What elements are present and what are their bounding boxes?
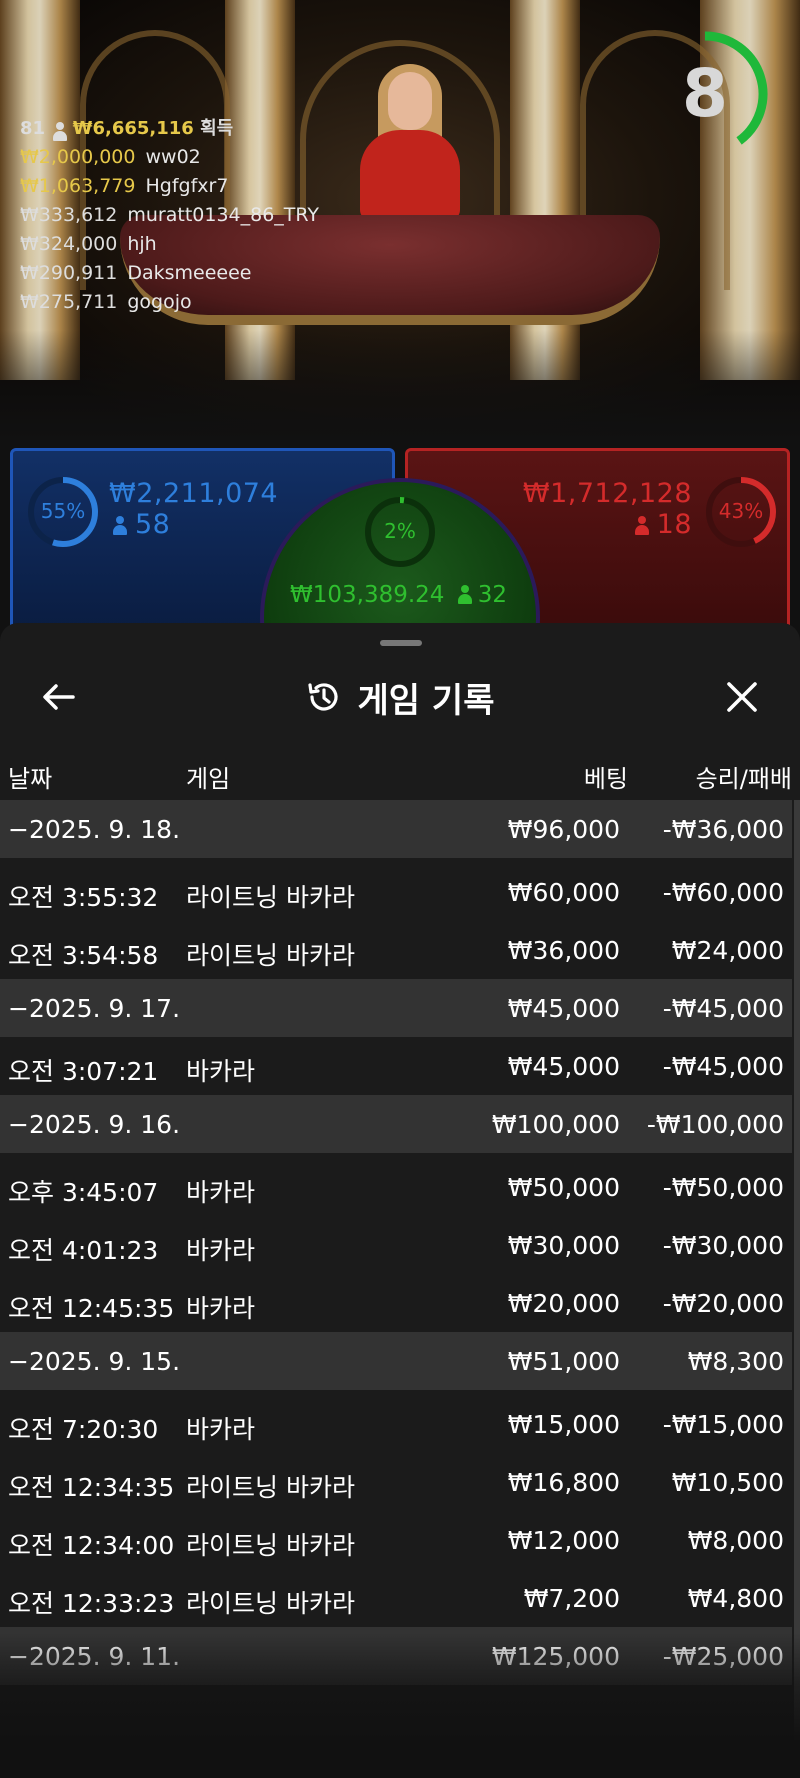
column-result: 승리/패배 (695, 765, 792, 793)
winner-count: 81 (20, 118, 46, 139)
date-group-row[interactable]: −2025. 9. 16. ₩100,000 -₩100,000 (0, 1095, 792, 1153)
sheet-title-group: 게임 기록 (0, 661, 800, 733)
timer-value: 8 (682, 55, 728, 132)
date-group-row[interactable]: −2025. 9. 15. ₩51,000 ₩8,300 (0, 1332, 792, 1390)
person-icon (113, 516, 127, 535)
person-icon (53, 122, 68, 141)
history-clock-icon (307, 683, 338, 711)
winners-total-label: 획득 (200, 118, 234, 139)
person-icon (634, 516, 649, 535)
date-group-row[interactable]: −2025. 9. 18. ₩96,000 -₩36,000 (0, 800, 792, 858)
sheet-title: 게임 기록 (357, 680, 495, 721)
winner-row: ₩324,000 hjh (20, 233, 157, 255)
winners-summary: 81 ₩6,665,116 획득 (20, 114, 319, 143)
game-row[interactable]: 오전 3:54:58 라이트닝 바카라 ₩36,000 ₩24,000 (0, 921, 792, 979)
sheet-header: 게임 기록 (0, 661, 800, 733)
column-date: 날짜 (8, 765, 53, 793)
banker-percent: 43% (718, 499, 764, 523)
winner-row: ₩290,911 Daksmeeeee (20, 262, 252, 284)
close-icon (727, 682, 757, 712)
winners-list: 81 ₩6,665,116 획득 ₩2,000,000 ww02 ₩1,063,7… (20, 114, 319, 317)
winner-row: ₩2,000,000 ww02 (20, 146, 201, 168)
history-scrollbar[interactable] (794, 800, 800, 1778)
tie-bettor-count: 32 (477, 582, 508, 608)
game-row[interactable]: 오전 12:33:23 라이트닝 바카라 ₩7,200 ₩4,800 (0, 1569, 792, 1627)
game-row[interactable]: 오전 7:20:30 바카라 ₩15,000 -₩15,000 (0, 1395, 792, 1453)
game-row[interactable]: 오후 3:45:07 바카라 ₩50,000 -₩50,000 (0, 1158, 792, 1216)
dealer-body (360, 130, 460, 220)
live-video: 81 ₩6,665,116 획득 ₩2,000,000 ww02 ₩1,063,7… (0, 0, 800, 440)
close-button[interactable] (714, 669, 770, 725)
history-table: −2025. 9. 18. ₩96,000 -₩36,000 오전 3:55:3… (0, 800, 792, 1685)
game-row[interactable]: 오전 3:55:32 라이트닝 바카라 ₩60,000 -₩60,000 (0, 863, 792, 921)
game-row[interactable]: 오전 12:34:00 라이트닝 바카라 ₩12,000 ₩8,000 (0, 1511, 792, 1569)
winner-row: ₩1,063,779 Hgfgfxr7 (20, 175, 229, 197)
banker-bettor-count: 18 (656, 509, 692, 540)
column-game: 게임 (186, 765, 231, 793)
history-column-headers: 날짜 게임 베팅 승리/패배 (0, 745, 800, 801)
tie-bet-amount: ₩103,389.24 (290, 582, 445, 608)
player-bettor-count: 58 (135, 509, 171, 540)
player-bet-amount: ₩2,211,074 (109, 478, 279, 509)
winners-total: ₩6,665,116 (72, 118, 194, 139)
person-icon (457, 585, 472, 604)
winner-row: ₩275,711 gogojo (20, 291, 192, 313)
game-history-sheet: 게임 기록 날짜 게임 베팅 승리/패배 −2025. 9. 18. ₩96,0… (0, 623, 800, 1778)
banker-bet-amount: ₩1,712,128 (522, 478, 692, 509)
game-row[interactable]: 오전 12:34:35 라이트닝 바카라 ₩16,800 ₩10,500 (0, 1453, 792, 1511)
game-row[interactable]: 오전 3:07:21 바카라 ₩45,000 -₩45,000 (0, 1037, 792, 1095)
sheet-drag-handle[interactable] (380, 640, 422, 646)
date-group-row[interactable]: −2025. 9. 17. ₩45,000 -₩45,000 (0, 979, 792, 1037)
back-button[interactable] (30, 669, 86, 725)
date-group-row[interactable]: −2025. 9. 11. ₩125,000 -₩25,000 (0, 1627, 792, 1685)
game-row[interactable]: 오전 4:01:23 바카라 ₩30,000 -₩30,000 (0, 1216, 792, 1274)
column-bet: 베팅 (583, 765, 628, 793)
arrow-left-icon (43, 684, 75, 710)
tie-percent: 2% (384, 519, 416, 543)
dealer-head (388, 72, 432, 130)
game-row[interactable]: 오전 12:45:35 바카라 ₩20,000 -₩20,000 (0, 1274, 792, 1332)
winner-row: ₩333,612 muratt0134_86_TRY (20, 204, 319, 226)
round-timer: 8 (660, 24, 770, 164)
player-percent: 55% (40, 499, 86, 523)
